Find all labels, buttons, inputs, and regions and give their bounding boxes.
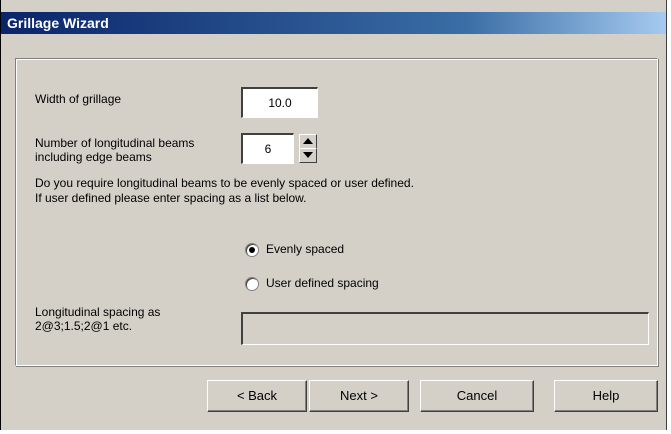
width-value: 10.0: [268, 96, 292, 110]
radio-evenly-spaced-indicator: [245, 243, 259, 257]
beams-count-field[interactable]: 6: [241, 133, 294, 164]
spacing-field[interactable]: [241, 312, 649, 345]
radio-evenly-spaced-label: Evenly spaced: [266, 242, 345, 256]
arrow-up-icon: [303, 138, 313, 144]
beams-label-line2: including edge beams: [35, 150, 152, 164]
question-line2: If user defined please enter spacing as …: [35, 191, 307, 205]
spin-up-button[interactable]: [299, 134, 317, 149]
window-title: Grillage Wizard: [7, 15, 109, 31]
radio-user-defined-label: User defined spacing: [266, 276, 379, 290]
beams-count-value: 6: [264, 142, 272, 156]
spacing-label-line2: 2@3;1.5;2@1 etc.: [35, 319, 133, 333]
radio-user-defined-indicator: [245, 277, 259, 291]
cancel-button[interactable]: Cancel: [420, 380, 534, 412]
title-bar: Grillage Wizard: [1, 12, 666, 34]
radio-user-defined[interactable]: User defined spacing: [245, 276, 415, 294]
width-field[interactable]: 10.0: [241, 87, 318, 118]
radio-evenly-spaced[interactable]: Evenly spaced: [245, 242, 375, 260]
wizard-window: Grillage Wizard Width of grillage 10.0 N…: [0, 0, 667, 430]
next-button[interactable]: Next >: [309, 380, 409, 412]
beams-label-line1: Number of longitudinal beams: [35, 136, 195, 150]
back-button[interactable]: < Back: [207, 380, 307, 412]
question-line1: Do you require longitudinal beams to be …: [35, 176, 414, 190]
radio-selected-dot: [249, 247, 255, 253]
arrow-down-icon: [303, 152, 313, 158]
help-button[interactable]: Help: [554, 380, 658, 412]
width-label: Width of grillage: [35, 92, 122, 106]
spacing-label-line1: Longitudinal spacing as: [35, 305, 161, 319]
spin-down-button[interactable]: [299, 148, 317, 163]
